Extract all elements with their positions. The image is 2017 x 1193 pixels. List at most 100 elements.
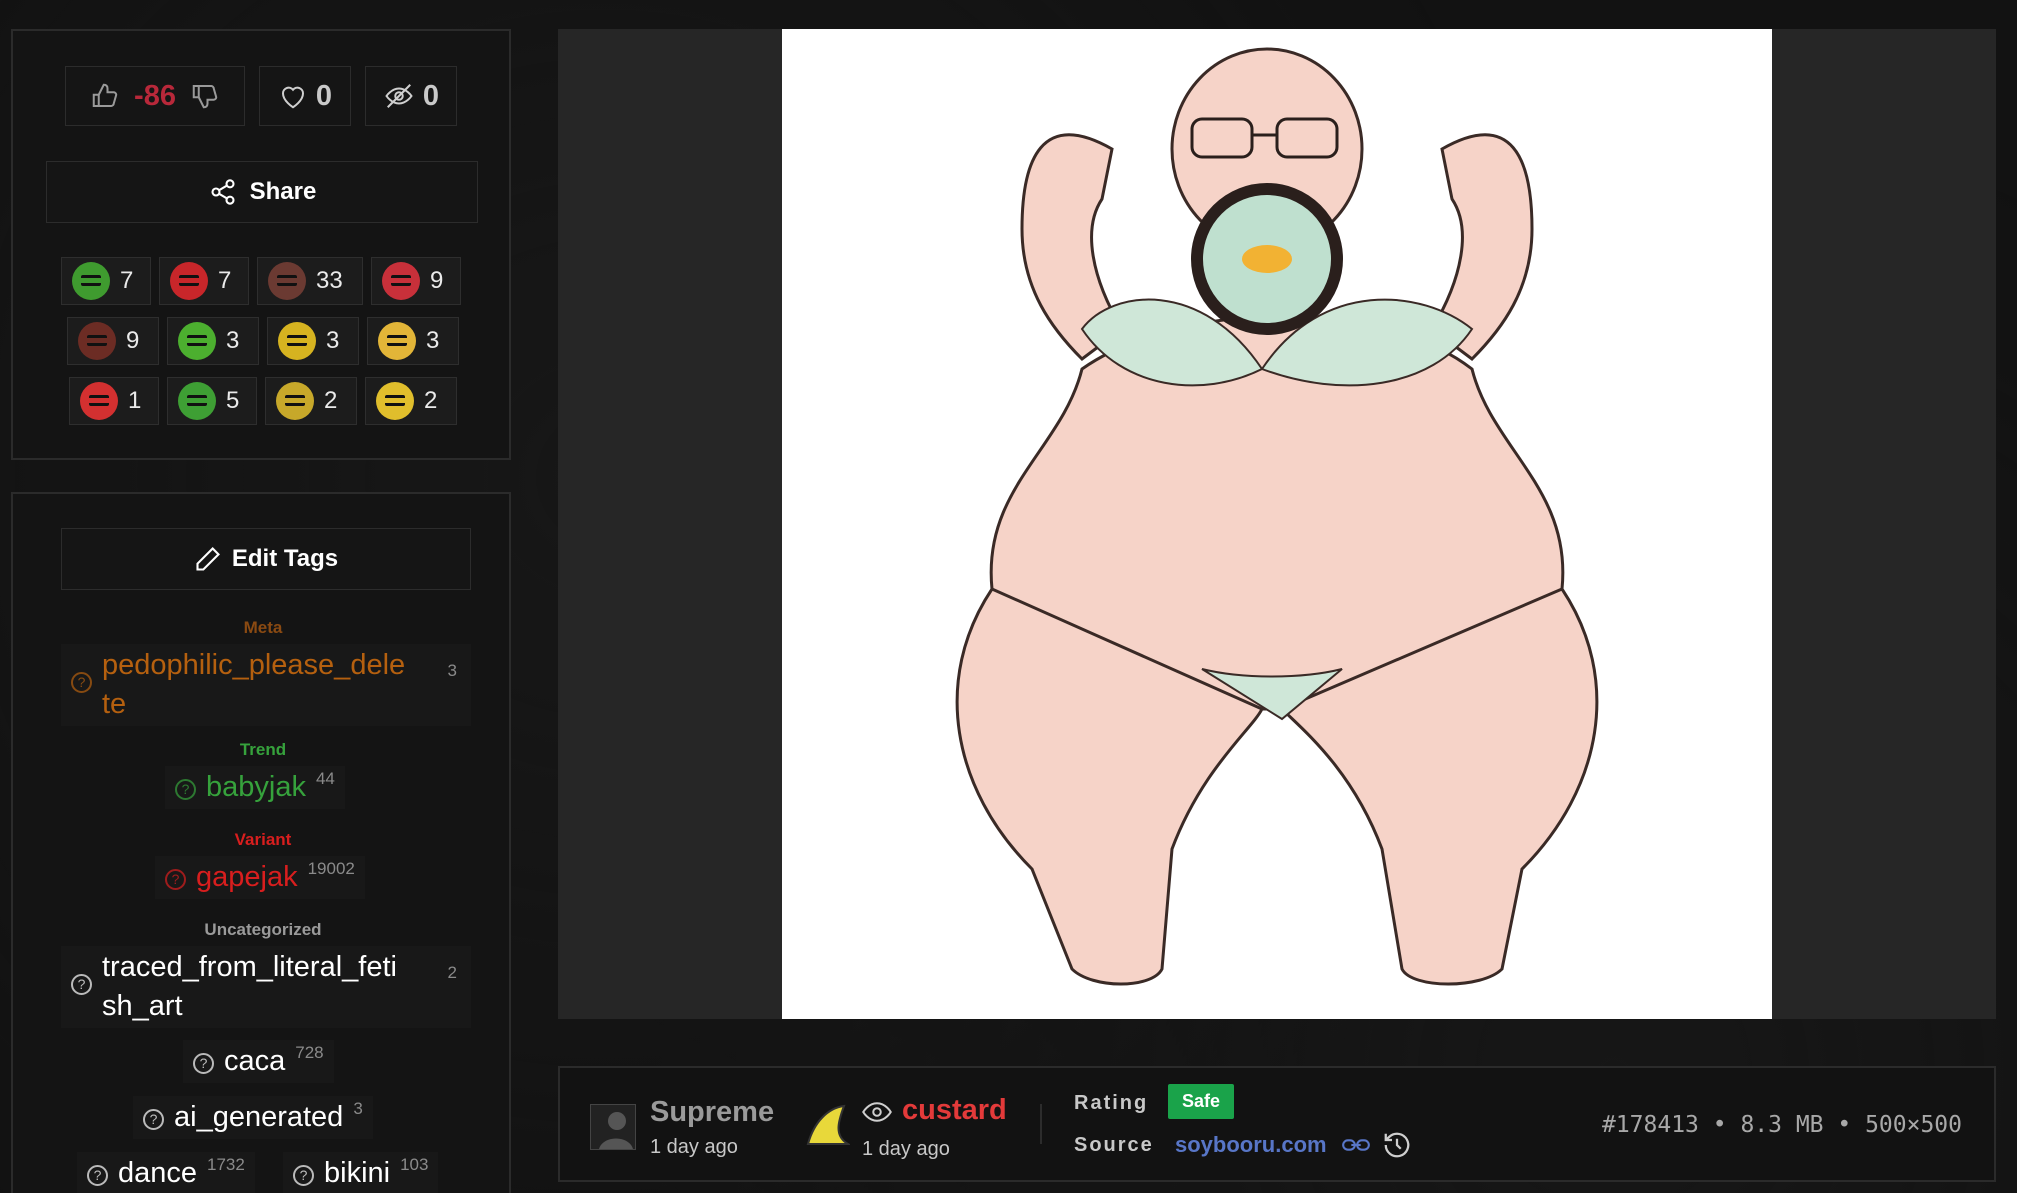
- category-uncategorized: Uncategorized: [204, 920, 322, 939]
- post-illustration: [955, 47, 1599, 986]
- category-meta: Meta: [243, 618, 283, 637]
- red-jak-icon: [382, 262, 420, 300]
- rating-label: Rating: [1074, 1092, 1149, 1114]
- uploader-name[interactable]: Supreme: [650, 1096, 774, 1129]
- help-icon[interactable]: ?: [165, 869, 186, 890]
- tag-count: 1732: [207, 1155, 245, 1174]
- help-icon[interactable]: ?: [87, 1165, 108, 1186]
- tag-count: 728: [295, 1043, 324, 1062]
- help-icon[interactable]: ?: [71, 672, 92, 693]
- reaction-count: 5: [226, 387, 240, 414]
- reaction-count: 33: [316, 267, 343, 294]
- category-trend: Trend: [239, 740, 287, 759]
- reaction-button[interactable]: 33: [257, 257, 363, 305]
- edit-tags-label: Edit Tags: [231, 545, 339, 572]
- reaction-count: 7: [120, 267, 134, 294]
- tag-name: ai_generated: [174, 1101, 344, 1133]
- post-actions-panel: -86 0 0 Share 7 7 33 9 9 3 3 3 1 5 2 2: [11, 29, 511, 460]
- post-image[interactable]: [782, 29, 1772, 1019]
- tag-babyjak[interactable]: ? babyjak 44: [165, 766, 345, 809]
- post-info-bar: Supreme 1 day ago custard 1 day ago Rati…: [558, 1066, 1996, 1182]
- green-jak-icon: [178, 322, 216, 360]
- uploader-avatar[interactable]: [590, 1104, 636, 1150]
- help-icon[interactable]: ?: [193, 1053, 214, 1074]
- reaction-button[interactable]: 7: [61, 257, 151, 305]
- reaction-count: 3: [226, 327, 240, 354]
- thumbs-down-icon[interactable]: [190, 81, 220, 111]
- favorites-count: 0: [315, 79, 333, 112]
- tag-count: 44: [315, 769, 335, 788]
- reaction-count: 1: [128, 387, 142, 414]
- source-label: Source: [1074, 1134, 1154, 1156]
- share-label: Share: [249, 178, 317, 205]
- tag-traced-from-literal-fetish-art[interactable]: ? traced_from_literal_feti sh_art 2: [61, 946, 471, 1028]
- tags-panel: Edit Tags Meta ? pedophilic_please_dele t…: [11, 492, 511, 1193]
- black-jak-icon: [78, 322, 116, 360]
- heart-jak-icon: [378, 322, 416, 360]
- source-link[interactable]: soybooru.com: [1175, 1132, 1327, 1158]
- edit-tags-button[interactable]: Edit Tags: [61, 528, 471, 590]
- tag-name: traced_from_literal_feti sh_art: [102, 951, 397, 1022]
- reaction-button[interactable]: 2: [265, 377, 357, 425]
- history-icon[interactable]: [1382, 1130, 1412, 1165]
- reaction-button[interactable]: 3: [267, 317, 359, 365]
- help-icon[interactable]: ?: [293, 1165, 314, 1186]
- yellow-jak-icon: [278, 322, 316, 360]
- reaction-button[interactable]: 9: [371, 257, 461, 305]
- reaction-button[interactable]: 1: [69, 377, 159, 425]
- tag-name: caca: [224, 1045, 286, 1077]
- pepe-icon: [178, 382, 216, 420]
- link-icon[interactable]: [1342, 1134, 1370, 1161]
- hide-button[interactable]: 0: [365, 66, 457, 126]
- tag-dance[interactable]: ? dance 1732: [77, 1152, 255, 1193]
- help-icon[interactable]: ?: [71, 974, 92, 995]
- tag-name: pedophilic_please_dele te: [102, 649, 406, 720]
- banana-icon: [806, 1104, 852, 1145]
- gape-jak-icon: [376, 382, 414, 420]
- tag-count: 103: [400, 1155, 429, 1174]
- reaction-count: 9: [430, 267, 444, 294]
- reaction-count: 2: [324, 387, 338, 414]
- tag-bikini[interactable]: ? bikini 103: [283, 1152, 439, 1193]
- approver-avatar[interactable]: [804, 1102, 852, 1148]
- favorite-button[interactable]: 0: [259, 66, 351, 126]
- category-variant: Variant: [234, 830, 292, 849]
- reaction-count: 3: [326, 327, 340, 354]
- help-icon[interactable]: ?: [175, 779, 196, 800]
- tag-count: 3: [447, 661, 457, 680]
- reaction-count: 2: [424, 387, 438, 414]
- avatar-icon: [599, 1112, 633, 1149]
- divider: [1040, 1104, 1042, 1144]
- reaction-button[interactable]: 9: [67, 317, 159, 365]
- tag-name: babyjak: [206, 771, 306, 803]
- reaction-button[interactable]: 5: [167, 377, 257, 425]
- approver-time: 1 day ago: [862, 1138, 950, 1160]
- reaction-count: 7: [218, 267, 232, 294]
- reaction-count: 3: [426, 327, 440, 354]
- no-entry-icon: [80, 382, 118, 420]
- reaction-button[interactable]: 2: [365, 377, 457, 425]
- uploader-time: 1 day ago: [650, 1136, 738, 1158]
- eye-icon: [862, 1100, 892, 1129]
- tag-name: dance: [118, 1157, 198, 1189]
- tag-pedophilic-please-delete[interactable]: ? pedophilic_please_dele te 3: [61, 644, 471, 726]
- tag-count: 19002: [307, 859, 355, 878]
- help-icon[interactable]: ?: [143, 1109, 164, 1130]
- thumbs-up-icon[interactable]: [90, 81, 120, 111]
- share-button[interactable]: Share: [46, 161, 478, 223]
- approver-name[interactable]: custard: [902, 1094, 1007, 1127]
- tag-name: bikini: [324, 1157, 391, 1189]
- pepe-smug-icon: [72, 262, 110, 300]
- tag-ai-generated[interactable]: ? ai_generated 3: [133, 1096, 373, 1139]
- tag-caca[interactable]: ? caca 728: [183, 1040, 334, 1083]
- reaction-count: 9: [126, 327, 140, 354]
- reaction-button[interactable]: 3: [367, 317, 459, 365]
- tag-gapejak[interactable]: ? gapejak 19002: [155, 856, 365, 899]
- share-icon: [211, 179, 235, 205]
- pencil-icon: [196, 547, 220, 571]
- hidden-count: 0: [422, 79, 440, 112]
- reaction-button[interactable]: 3: [167, 317, 259, 365]
- image-viewer: [558, 29, 1996, 1019]
- vote-box: -86: [65, 66, 245, 126]
- reaction-button[interactable]: 7: [159, 257, 249, 305]
